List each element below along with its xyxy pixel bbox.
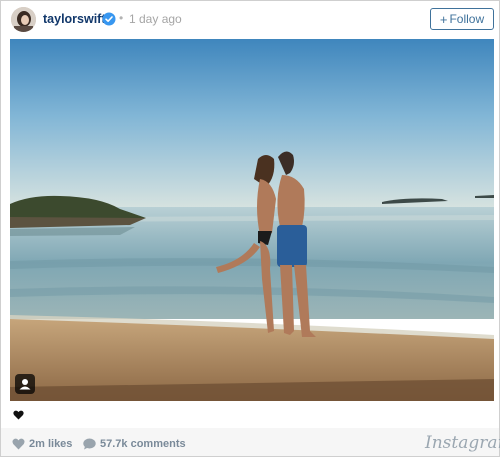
post-footer: 2m likes 57.7k comments Instagram (1, 428, 500, 456)
comments-count[interactable]: 57.7k comments (100, 438, 186, 450)
speech-bubble-icon[interactable] (83, 437, 96, 450)
beach-photo-image (10, 39, 494, 401)
like-heart-icon[interactable] (13, 407, 24, 420)
verified-badge-icon (102, 12, 116, 26)
plus-icon: + (439, 11, 448, 27)
separator-dot: • (119, 11, 124, 25)
instagram-post-card: taylorswift • 1 day ago + Follow 2m like… (0, 0, 500, 457)
username[interactable]: taylorswift (43, 12, 106, 26)
follow-button[interactable]: + Follow (430, 8, 494, 30)
instagram-logo[interactable]: Instagram (425, 433, 500, 453)
person-tag-icon (19, 379, 31, 390)
post-header: taylorswift • 1 day ago + Follow (1, 1, 499, 39)
follow-label: Follow (449, 12, 485, 26)
post-photo[interactable] (10, 39, 494, 401)
post-timestamp[interactable]: 1 day ago (129, 12, 182, 26)
user-tag-button[interactable] (15, 374, 35, 394)
avatar[interactable] (11, 7, 36, 32)
heart-icon[interactable] (12, 437, 25, 450)
likes-count[interactable]: 2m likes (29, 438, 72, 450)
